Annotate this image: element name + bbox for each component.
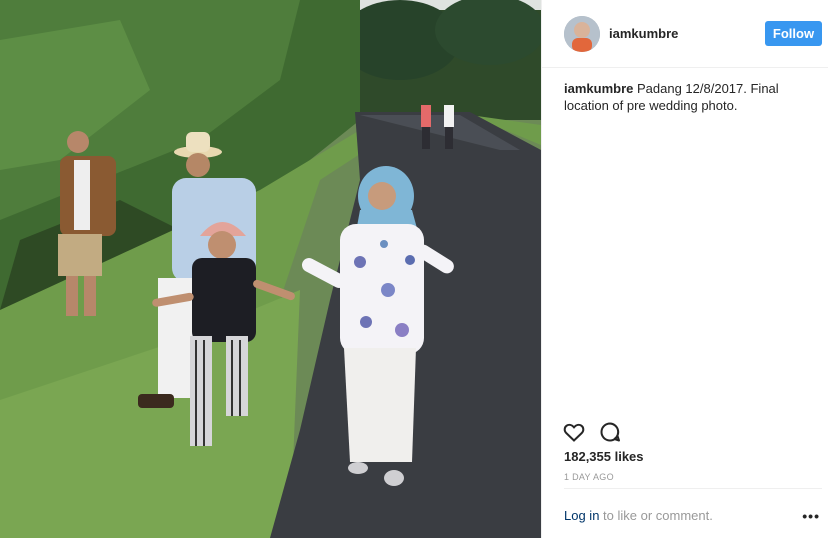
post-caption: iamkumbre Padang 12/8/2017. Final locati… xyxy=(564,80,814,114)
login-link[interactable]: Log in xyxy=(564,508,599,523)
avatar-image xyxy=(564,16,600,52)
header-username-link[interactable]: iamkumbre xyxy=(609,26,678,41)
caption-username-link[interactable]: iamkumbre xyxy=(564,81,633,96)
avatar[interactable] xyxy=(564,16,600,52)
post-image xyxy=(0,0,541,538)
post-timestamp[interactable]: 1 DAY AGO xyxy=(564,472,614,482)
login-prompt: Log in to like or comment. xyxy=(564,508,713,523)
login-prompt-text: to like or comment. xyxy=(603,508,713,523)
likes-count[interactable]: 182,355 likes xyxy=(564,449,644,464)
comment-icon[interactable] xyxy=(598,420,622,444)
post-footer: Log in to like or comment. ••• xyxy=(564,488,822,539)
post-actions xyxy=(562,420,642,444)
heart-icon[interactable] xyxy=(562,420,586,444)
more-options-icon[interactable]: ••• xyxy=(802,508,820,524)
follow-button[interactable]: Follow xyxy=(765,21,822,46)
post-photo[interactable] xyxy=(0,0,541,538)
post-side-panel: iamkumbre Follow iamkumbre Padang 12/8/2… xyxy=(541,0,828,538)
post-header: iamkumbre Follow xyxy=(542,0,828,68)
